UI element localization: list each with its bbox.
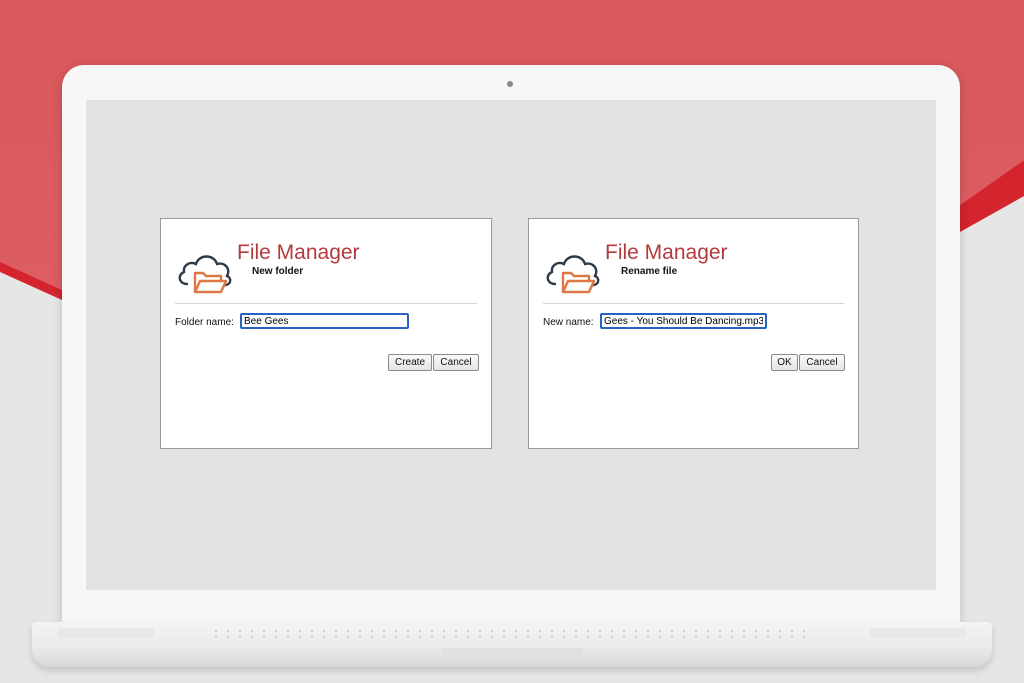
- app-title: File Manager: [605, 241, 728, 264]
- divider: [175, 303, 477, 304]
- rename-file-dialog: File Manager Rename file New name: OK Ca…: [528, 218, 859, 449]
- new-folder-dialog: File Manager New folder Folder name: Cre…: [160, 218, 492, 449]
- cancel-button[interactable]: Cancel: [433, 354, 479, 371]
- divider: [543, 303, 844, 304]
- folder-name-input[interactable]: [240, 313, 409, 329]
- laptop-notch: [442, 648, 582, 659]
- cloud-folder-icon: [546, 255, 600, 294]
- new-name-input[interactable]: [600, 313, 767, 329]
- webcam: [507, 81, 513, 87]
- app-title: File Manager: [237, 241, 360, 264]
- cancel-button[interactable]: Cancel: [799, 354, 845, 371]
- keyboard-keys: [210, 628, 810, 638]
- dialog-subtitle: Rename file: [621, 266, 678, 277]
- dialog-subtitle: New folder: [252, 266, 304, 277]
- ok-button[interactable]: OK: [771, 354, 798, 371]
- speaker-grille-left: [58, 628, 154, 638]
- cloud-folder-icon: [178, 255, 232, 294]
- new-name-label: New name:: [543, 317, 594, 328]
- create-button[interactable]: Create: [388, 354, 432, 371]
- speaker-grille-right: [870, 628, 966, 638]
- folder-name-label: Folder name:: [175, 317, 234, 328]
